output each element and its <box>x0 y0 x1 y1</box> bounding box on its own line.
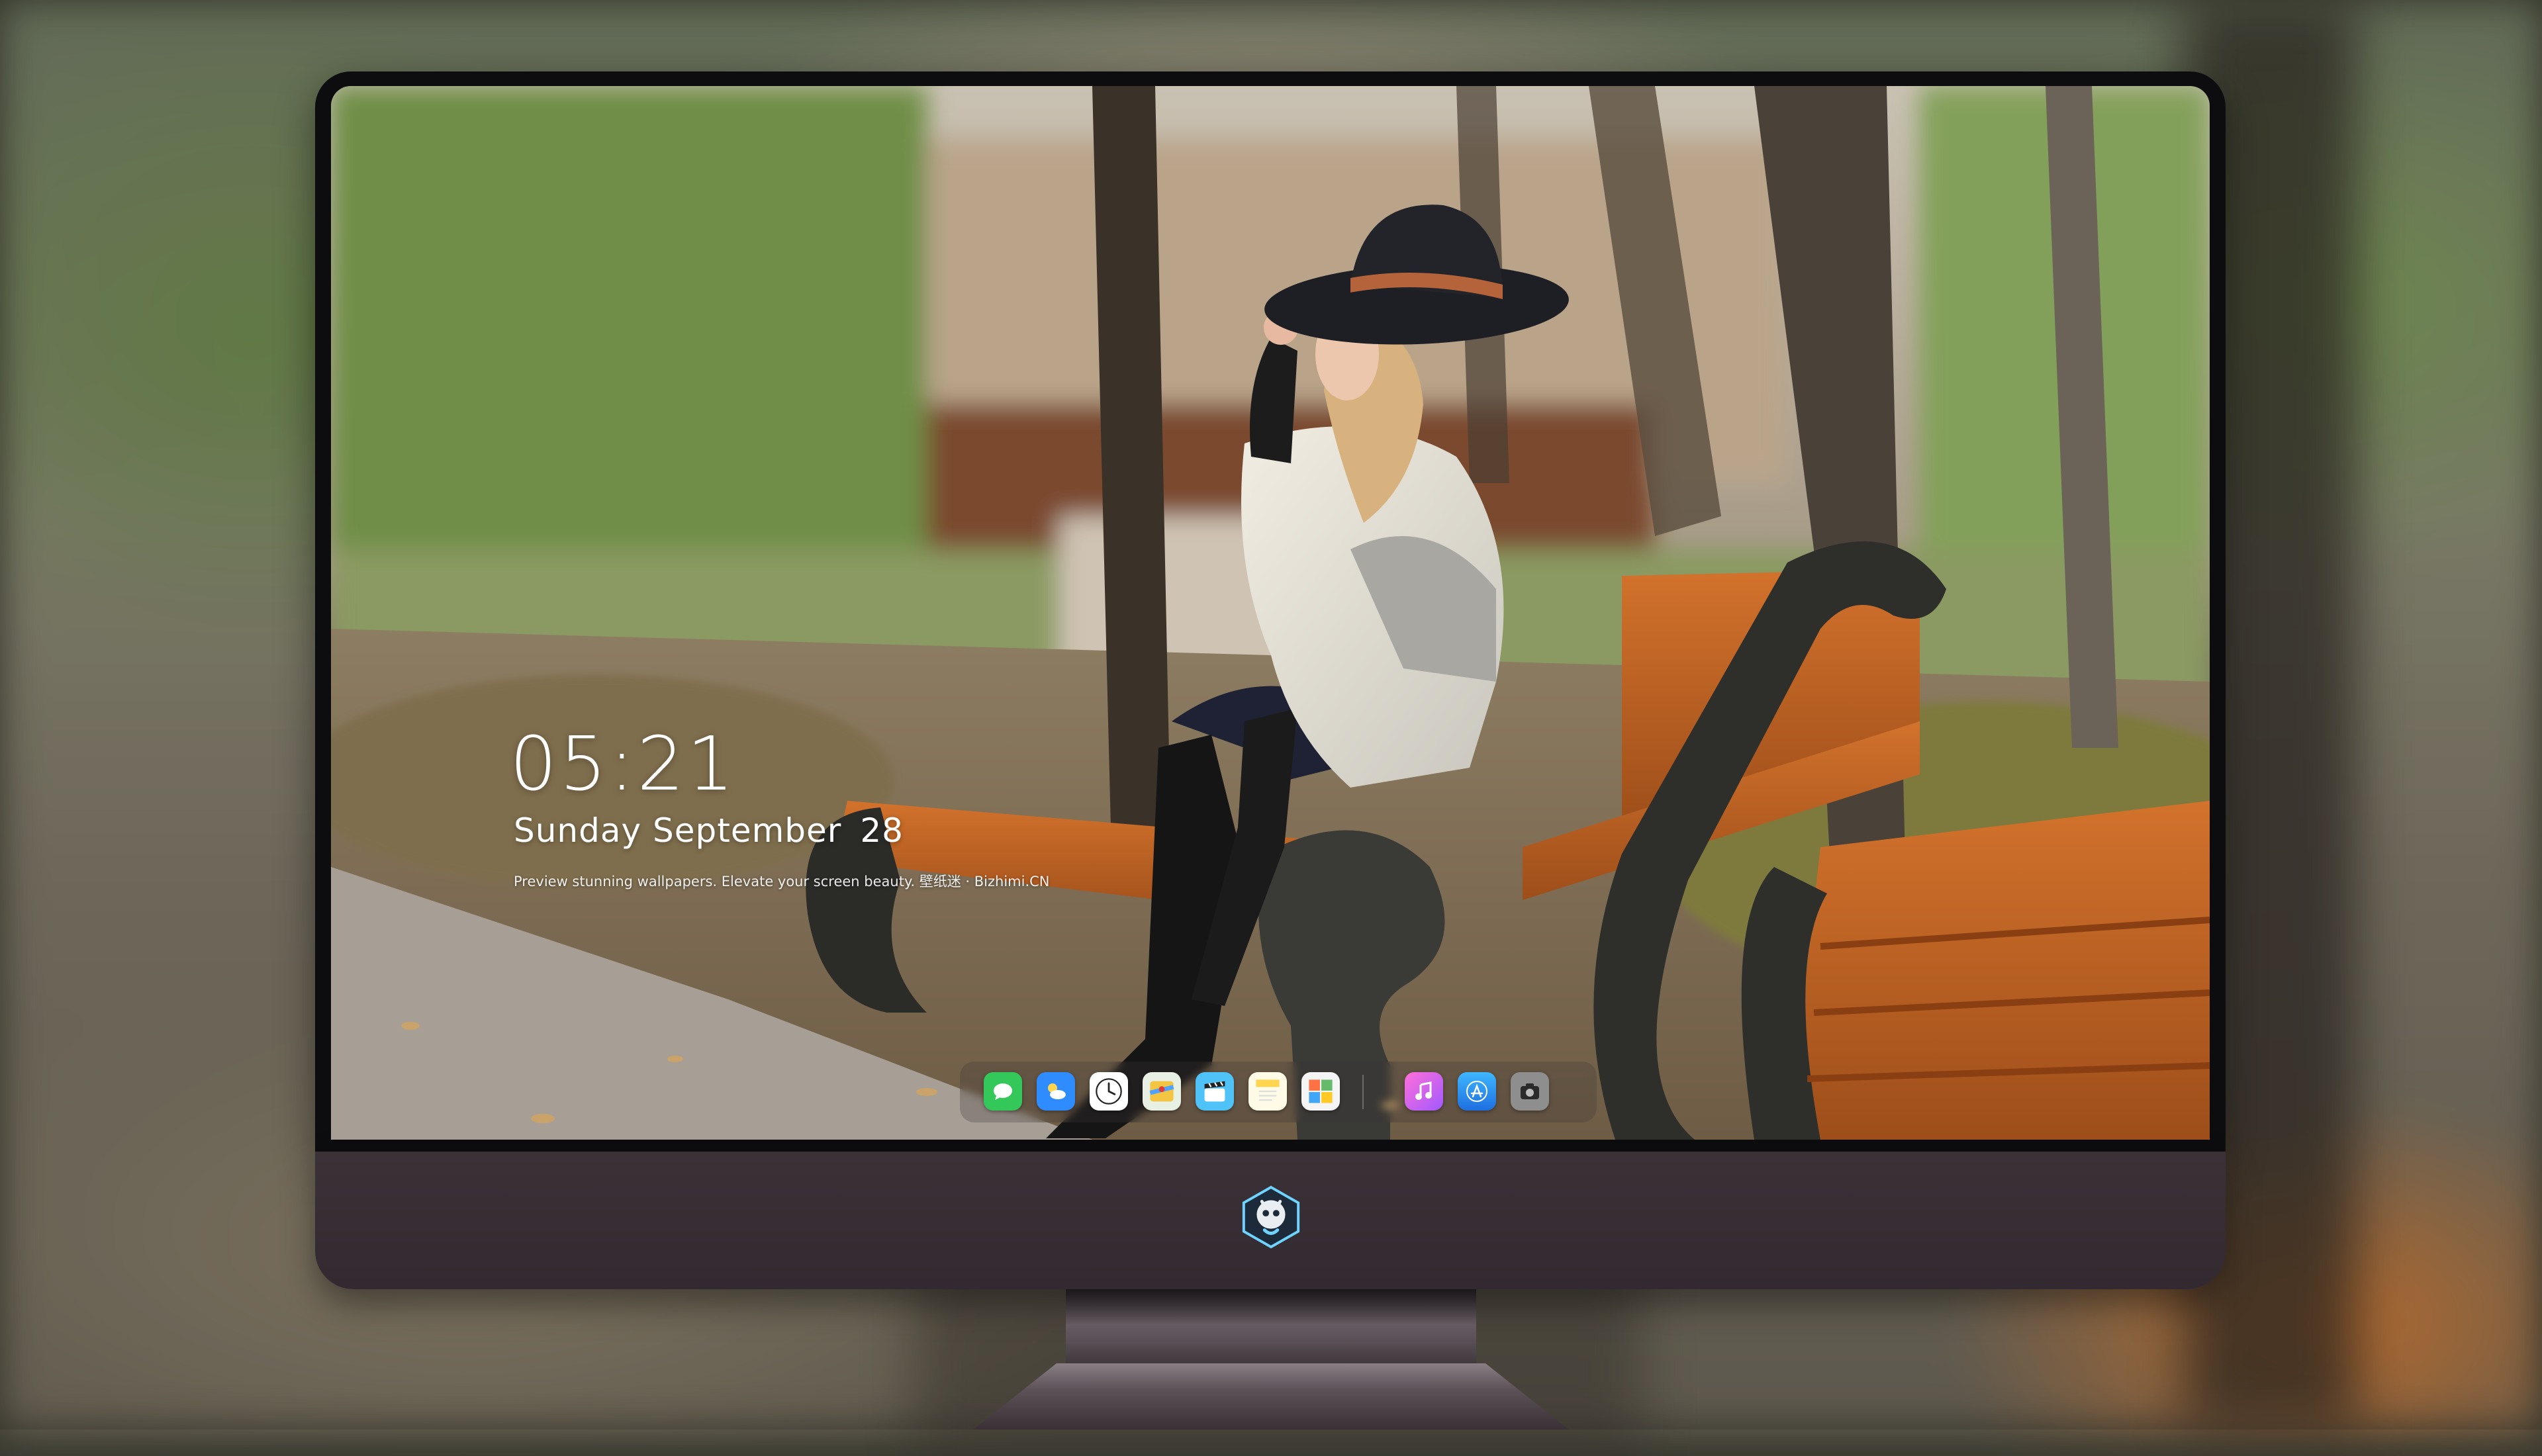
wallpaper-tagline: Preview stunning wallpapers. Elevate you… <box>514 874 1050 889</box>
dock <box>960 1062 1597 1122</box>
date-day: 28 <box>860 811 904 850</box>
notes-icon[interactable] <box>1248 1072 1287 1111</box>
monitor-stand-neck <box>1066 1289 1476 1369</box>
monitor-stand-base <box>973 1363 1569 1430</box>
clock-icon[interactable] <box>1090 1072 1128 1111</box>
photo-grid-icon[interactable] <box>1301 1072 1340 1111</box>
lock-screen-time: 05:21 <box>510 721 737 807</box>
video-editor-icon[interactable] <box>1196 1072 1234 1111</box>
camera-icon[interactable] <box>1511 1072 1549 1111</box>
app-store-icon[interactable] <box>1458 1072 1496 1111</box>
dock-separator <box>1362 1075 1364 1109</box>
lock-screen-date: Sunday September 28 <box>514 811 904 850</box>
music-icon[interactable] <box>1405 1072 1443 1111</box>
mascot-logo-icon <box>1239 1185 1303 1250</box>
weather-icon[interactable] <box>1037 1072 1075 1111</box>
screen: 05:21 Sunday September 28 Preview stunnin… <box>331 86 2210 1140</box>
wallpaper-photo <box>331 86 2210 1140</box>
messages-icon[interactable] <box>984 1072 1022 1111</box>
date-weekday-month: Sunday September <box>514 811 842 850</box>
maps-icon[interactable] <box>1143 1072 1181 1111</box>
